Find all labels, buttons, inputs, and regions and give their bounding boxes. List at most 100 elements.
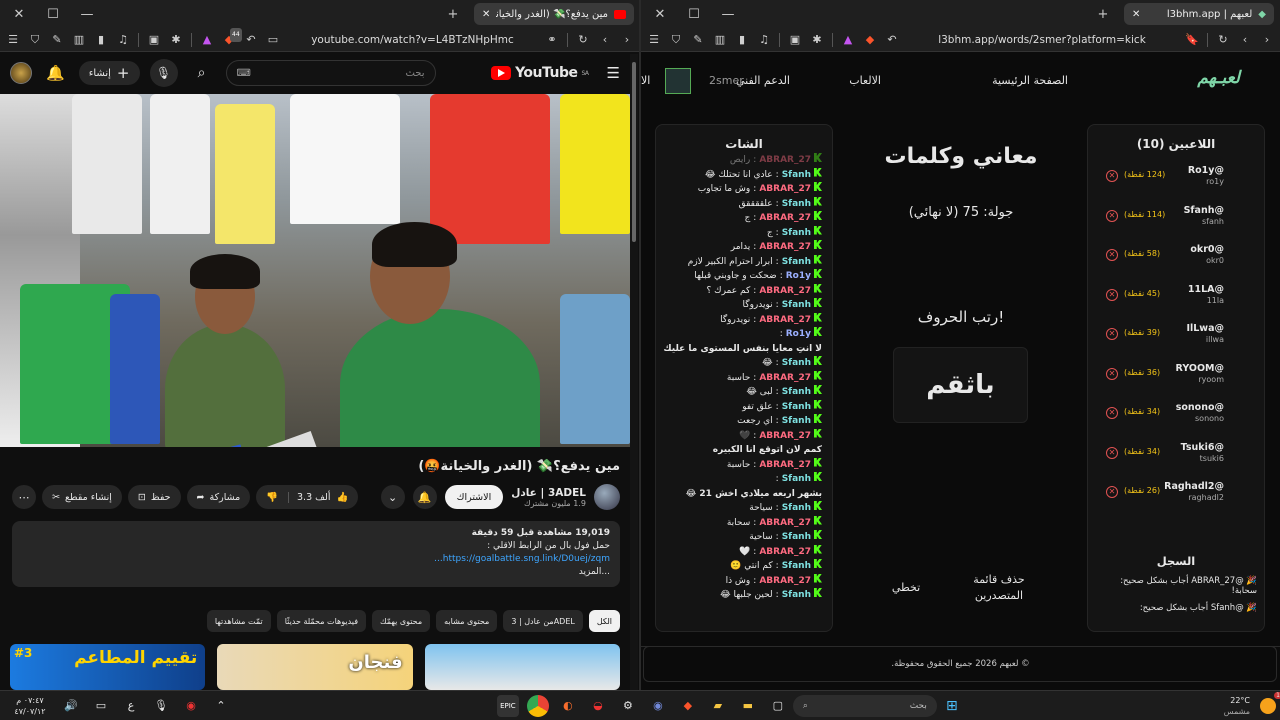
clock[interactable]: ٠٧:٤٧ م ٤٧/٠٧/١٢ (4, 695, 56, 717)
clip-button[interactable]: ✂ إنشاء مقطع (42, 485, 122, 509)
split-view-icon[interactable]: ▥ (72, 33, 86, 47)
menu-icon[interactable]: ☰ (647, 33, 661, 47)
description-link[interactable]: https://goalbattle.sng.link/D0uej/zqm... (22, 553, 610, 566)
remove-player-icon[interactable]: ✕ (1106, 288, 1118, 301)
microphone-icon[interactable]: 🎙 (150, 695, 172, 717)
chrome-icon[interactable] (526, 694, 549, 717)
dislike-icon[interactable]: 👎 (256, 491, 290, 503)
address-bar[interactable]: youtube.com/watch?v=L4BTzNHpHmc (288, 34, 537, 46)
record-icon[interactable]: ◉ (180, 695, 202, 717)
remove-player-icon[interactable]: ✕ (1106, 249, 1118, 261)
reload-page-icon[interactable]: ↶ (885, 33, 899, 47)
chip-for-you[interactable]: محتوى يهمّك (372, 610, 431, 632)
search-icon[interactable]: ⌕ (188, 59, 216, 87)
aurora-icon[interactable]: ▲ (200, 33, 214, 47)
search-input[interactable]: ⌨ بحث (225, 60, 436, 86)
clear-leaderboard-button[interactable]: حذف قائمة المتصدرين (959, 572, 1039, 604)
chat-username[interactable]: ABRAR_27 (759, 574, 811, 589)
chat-username[interactable]: ABRAR_27 (759, 458, 811, 473)
windows-start-icon[interactable]: ⊞ (941, 695, 963, 717)
file-explorer-icon[interactable]: ▰ (707, 695, 729, 717)
nav-home[interactable]: الصفحة الرئيسية (992, 74, 1068, 87)
chip-watched[interactable]: تمّت مشاهدتها (206, 610, 271, 632)
close-window-icon[interactable]: ✕ (6, 7, 32, 22)
network-icon[interactable]: ▭ (90, 695, 112, 717)
cast-icon[interactable]: ▭ (266, 33, 280, 47)
extensions-icon[interactable]: ✎ (691, 33, 705, 47)
user-avatar[interactable] (10, 62, 32, 84)
related-video-thumbnail[interactable] (424, 644, 620, 690)
subscribe-button[interactable]: الاشتراك (444, 485, 504, 509)
chat-username[interactable]: Ro1y (786, 327, 811, 342)
like-icon[interactable]: 👍 (335, 492, 359, 503)
task-view-icon[interactable]: ▢ (767, 695, 789, 717)
close-window-icon[interactable]: ✕ (647, 7, 673, 22)
back-icon[interactable]: ‹ (598, 33, 612, 47)
chat-username[interactable]: Sfanh (782, 414, 811, 429)
epic-games-icon[interactable]: EPIC (496, 694, 519, 717)
language-indicator[interactable]: ع (120, 695, 142, 717)
chip-related[interactable]: محتوى مشابه (436, 610, 498, 632)
remove-player-icon[interactable]: ✕ (1106, 209, 1118, 222)
chat-username[interactable]: Sfanh (782, 400, 811, 415)
skip-button[interactable]: تخطي (881, 580, 931, 596)
extensions-icon[interactable]: ✎ (50, 33, 64, 47)
related-video-thumbnail[interactable]: فنجان (217, 644, 413, 690)
chat-username[interactable]: Sfanh (782, 530, 811, 545)
chat-username[interactable]: ABRAR_27 (759, 545, 811, 560)
link-icon[interactable]: ⚭ (545, 33, 559, 47)
back-icon[interactable]: ‹ (1238, 33, 1252, 47)
chat-username[interactable]: ABRAR_27 (759, 284, 811, 299)
chat-username[interactable]: Sfanh (782, 385, 811, 400)
related-video-thumbnail[interactable]: #3 تقييم المطاعم (10, 644, 206, 690)
chat-username[interactable]: ABRAR_27 (759, 516, 811, 531)
steam-icon[interactable]: ⚙ (617, 695, 639, 717)
sidebar-icon[interactable]: ▮ (735, 33, 749, 47)
split-view-icon[interactable]: ▥ (713, 33, 727, 47)
discord-icon[interactable]: ◉ (647, 695, 669, 717)
notification-bell-icon[interactable]: 🔔 (412, 485, 437, 509)
remove-player-icon[interactable]: ✕ (1106, 170, 1118, 182)
tab-manager-icon[interactable]: ▣ (788, 33, 802, 47)
video-player[interactable] (0, 94, 630, 447)
app-icon[interactable]: ◒ (587, 695, 609, 717)
create-button[interactable]: إنشاء + (78, 61, 140, 85)
chat-username[interactable]: Sfanh (782, 298, 811, 313)
remove-player-icon[interactable]: ✕ (1106, 486, 1118, 498)
chat-username[interactable]: Sfanh (782, 472, 811, 487)
chat-username[interactable]: Sfanh (782, 255, 811, 270)
nav-user-name[interactable]: 2smer (709, 74, 744, 87)
hamburger-menu-icon[interactable]: ☰ (607, 64, 620, 82)
chevron-up-icon[interactable]: ⌃ (210, 695, 232, 717)
sidebar-icon[interactable]: ▮ (94, 33, 108, 47)
close-tab-icon[interactable]: ✕ (1132, 9, 1140, 20)
refresh-icon[interactable]: ↻ (576, 33, 590, 47)
close-tab-icon[interactable]: ✕ (482, 9, 490, 20)
chat-username[interactable]: Ro1y (786, 269, 811, 284)
show-more-link[interactable]: ...المزيد (22, 566, 610, 579)
forward-icon[interactable]: › (1260, 33, 1274, 47)
puzzle-icon[interactable]: ✱ (810, 33, 824, 47)
nav-games[interactable]: الالعاب (849, 74, 881, 87)
shield-icon[interactable]: ⛉ (28, 33, 42, 47)
tab-manager-icon[interactable]: ▣ (147, 33, 161, 47)
tab-l3bhm[interactable]: ◆ لعبهم | l3bhm.app ✕ (1124, 3, 1274, 25)
youtube-logo[interactable]: YouTube SA (491, 65, 589, 81)
brave-icon[interactable]: ◆ (677, 695, 699, 717)
minimize-window-icon[interactable]: — (74, 7, 100, 22)
user-avatar[interactable] (665, 68, 691, 94)
menu-icon[interactable]: ☰ (6, 33, 20, 47)
chip-all[interactable]: الكل (588, 610, 620, 632)
taskbar-search[interactable]: ⌕ بحث (792, 694, 937, 717)
weather-widget[interactable]: 22°C مشمس (1224, 695, 1250, 717)
remove-player-icon[interactable]: ✕ (1106, 367, 1118, 380)
origin-icon[interactable]: ◐ (557, 695, 579, 717)
nav-more[interactable]: الا (641, 74, 650, 87)
new-tab-icon[interactable]: + (1090, 7, 1116, 22)
chat-username[interactable]: Sfanh (782, 559, 811, 574)
voice-search-icon[interactable]: 🎙 (149, 59, 178, 87)
address-bar[interactable]: l3bhm.app/words/2smer?platform=kick (907, 34, 1177, 46)
volume-icon[interactable]: 🔊 (60, 695, 82, 717)
share-button[interactable]: ➦ مشاركة (186, 485, 251, 509)
keyboard-icon[interactable]: ⌨ (237, 68, 251, 79)
